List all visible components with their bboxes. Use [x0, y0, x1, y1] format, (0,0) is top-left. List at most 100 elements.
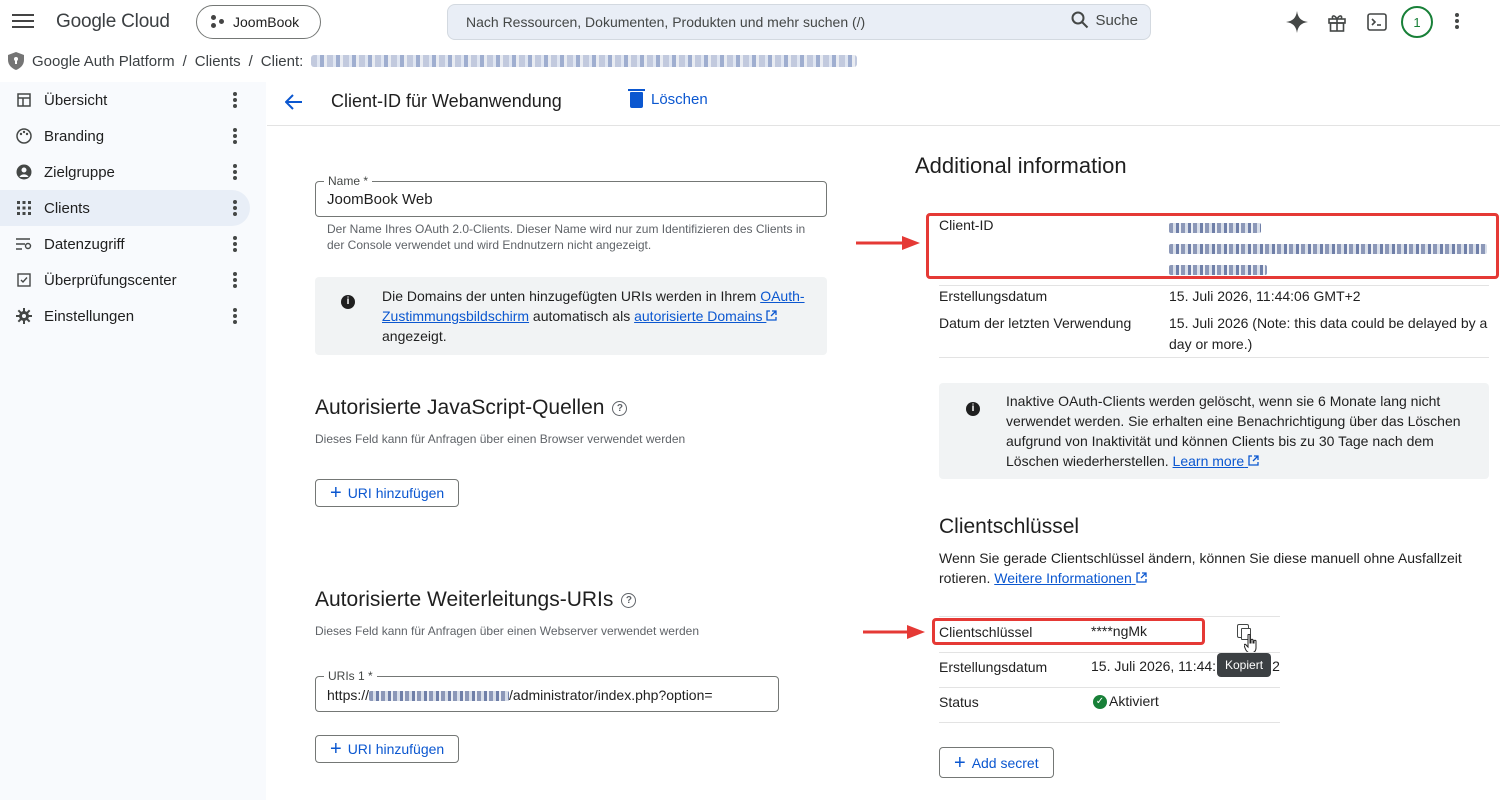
inactive-clients-info-box: i Inaktive OAuth-Clients werden gelöscht… [939, 383, 1489, 479]
palette-icon [16, 128, 32, 144]
secret-created-label: Erstellungsdatum [939, 659, 1048, 675]
more-info-label: Weitere Informationen [994, 570, 1132, 586]
redirect-uri-1-field[interactable]: URIs 1 * https:///administrator/index.ph… [315, 669, 779, 712]
last-used-label: Datum der letzten Verwendung [939, 315, 1132, 331]
breadcrumb-item-client: Client: [260, 52, 304, 70]
check-circle-icon: ✓ [1093, 694, 1107, 709]
sidebar-item-label: Clients [44, 199, 90, 217]
filter-list-icon [16, 236, 32, 252]
status-text: Aktiviert [1109, 693, 1159, 709]
sidebar-item-label: Einstellungen [44, 307, 135, 325]
delete-button-label: Löschen [651, 91, 708, 108]
sidebar-item-settings[interactable]: Einstellungen [0, 298, 266, 334]
add-secret-button[interactable]: + Add secret [939, 747, 1054, 778]
redirect-uris-heading: Autorisierte Weiterleitungs-URIs ? [315, 588, 637, 612]
sidebar-item-label: Übersicht [44, 91, 108, 109]
secret-created-value: 15. Juli 2026, 11:44: 2 [1091, 658, 1280, 674]
add-js-origin-button[interactable]: + URI hinzufügen [315, 479, 460, 507]
divider [939, 616, 1280, 617]
sidebar-item-label: Datenzugriff [44, 235, 125, 253]
name-field-label: Name * [324, 174, 373, 188]
info-icon: i [966, 402, 980, 416]
plus-icon: + [330, 482, 342, 504]
page-title: Client-ID für Webanwendung [331, 91, 562, 111]
more-info-link[interactable]: Weitere Informationen [994, 570, 1147, 586]
hand-cursor-icon [1244, 634, 1257, 654]
account-avatar[interactable]: 1 [1401, 6, 1433, 38]
js-origins-hint: Dieses Feld kann für Anfragen über einen… [315, 432, 686, 446]
more-vert-icon[interactable] [233, 272, 237, 290]
annotation-arrow-icon [863, 625, 925, 639]
created-date-value: 15. Juli 2026, 11:44:06 GMT+2 [1169, 288, 1361, 304]
last-used-value: 15. Juli 2026 (Note: this data could be … [1169, 315, 1488, 352]
client-secrets-heading: Clientschlüssel [939, 515, 1080, 538]
learn-more-link[interactable]: Learn more [1173, 453, 1259, 469]
sidebar-item-data-access[interactable]: Datenzugriff [0, 226, 266, 262]
sidebar-item-branding[interactable]: Branding [0, 118, 266, 154]
trash-icon [628, 88, 645, 108]
project-picker[interactable]: JoomBook [196, 5, 321, 39]
checkbox-icon [16, 272, 32, 288]
domains-info-text: automatisch als [529, 308, 635, 324]
top-bar: Google Cloud JoomBook Nach Ressourcen, D… [0, 0, 1500, 44]
more-vert-icon[interactable] [233, 128, 237, 146]
project-icon [211, 15, 225, 29]
created-date-label: Erstellungsdatum [939, 288, 1048, 304]
js-origins-title: Autorisierte JavaScript-Quellen [315, 396, 605, 419]
delete-button[interactable]: Löschen [628, 88, 708, 108]
help-icon[interactable]: ? [612, 400, 628, 416]
name-hint: Der Name Ihres OAuth 2.0-Clients. Dieser… [327, 222, 806, 252]
divider [939, 687, 1280, 688]
authorized-domains-link-label: autorisierte Domains [634, 308, 763, 324]
sidebar-item-verification-center[interactable]: Überprüfungscenter [0, 262, 266, 298]
sidebar-item-audience[interactable]: Zielgruppe [0, 154, 266, 190]
search-bar[interactable]: Nach Ressourcen, Dokumenten, Produkten u… [447, 4, 1151, 40]
cloud-shell-icon[interactable] [1365, 10, 1389, 34]
domains-info-text: Die Domains der unten hinzugefügten URIs… [382, 288, 761, 304]
domains-info-box: i Die Domains der unten hinzugefügten UR… [315, 277, 827, 355]
plus-icon: + [330, 738, 342, 760]
sidebar-item-label: Zielgruppe [44, 163, 115, 181]
breadcrumb-separator: / [182, 52, 187, 70]
more-vert-icon[interactable] [1445, 10, 1469, 34]
redirect-uris-hint: Dieses Feld kann für Anfragen über einen… [315, 624, 699, 638]
sidebar-item-label: Branding [44, 127, 105, 145]
breadcrumb-item-clients[interactable]: Clients [195, 53, 241, 70]
divider [939, 652, 1280, 653]
more-vert-icon[interactable] [233, 164, 237, 182]
help-icon[interactable]: ? [621, 592, 637, 608]
menu-icon[interactable] [12, 10, 34, 32]
sidebar-item-clients[interactable]: Clients [0, 190, 250, 226]
gemini-sparkle-icon[interactable] [1285, 10, 1309, 34]
divider [939, 722, 1280, 723]
annotation-highlight-client-id [926, 213, 1499, 279]
external-link-icon [1248, 455, 1259, 466]
search-button[interactable]: Suche [1071, 11, 1138, 29]
sidebar-item-overview[interactable]: Übersicht [0, 82, 266, 118]
more-vert-icon[interactable] [233, 308, 237, 326]
more-vert-icon[interactable] [233, 200, 237, 218]
additional-info-title: Additional information [915, 153, 1127, 178]
name-field[interactable]: Name * JoomBook Web [315, 174, 827, 217]
redirect-uris-title: Autorisierte Weiterleitungs-URIs [315, 588, 614, 611]
add-secret-label: Add secret [971, 754, 1039, 771]
add-redirect-uri-button[interactable]: + URI hinzufügen [315, 735, 460, 763]
google-cloud-logo[interactable]: Google Cloud [56, 11, 170, 33]
external-link-icon [1135, 572, 1147, 583]
more-vert-icon[interactable] [233, 236, 237, 254]
status-value: ✓ Aktiviert [1093, 691, 1159, 712]
authorized-domains-link[interactable]: autorisierte Domains [634, 308, 778, 324]
sidebar: Übersicht Branding Zielgruppe Clients Da… [0, 82, 266, 800]
search-placeholder: Nach Ressourcen, Dokumenten, Produkten u… [466, 14, 866, 30]
divider [939, 357, 1489, 358]
gift-icon[interactable] [1325, 10, 1349, 34]
annotation-highlight-secret [932, 618, 1205, 645]
shield-icon [8, 52, 24, 70]
name-field-value: JoomBook Web [327, 191, 433, 208]
grid-icon [16, 200, 32, 216]
breadcrumb-item-auth-platform[interactable]: Google Auth Platform [32, 53, 175, 70]
more-vert-icon[interactable] [233, 92, 237, 110]
info-icon: i [341, 295, 355, 309]
back-arrow-icon[interactable] [284, 90, 303, 116]
breadcrumb: Google Auth Platform / Clients / Client: [0, 44, 1500, 78]
